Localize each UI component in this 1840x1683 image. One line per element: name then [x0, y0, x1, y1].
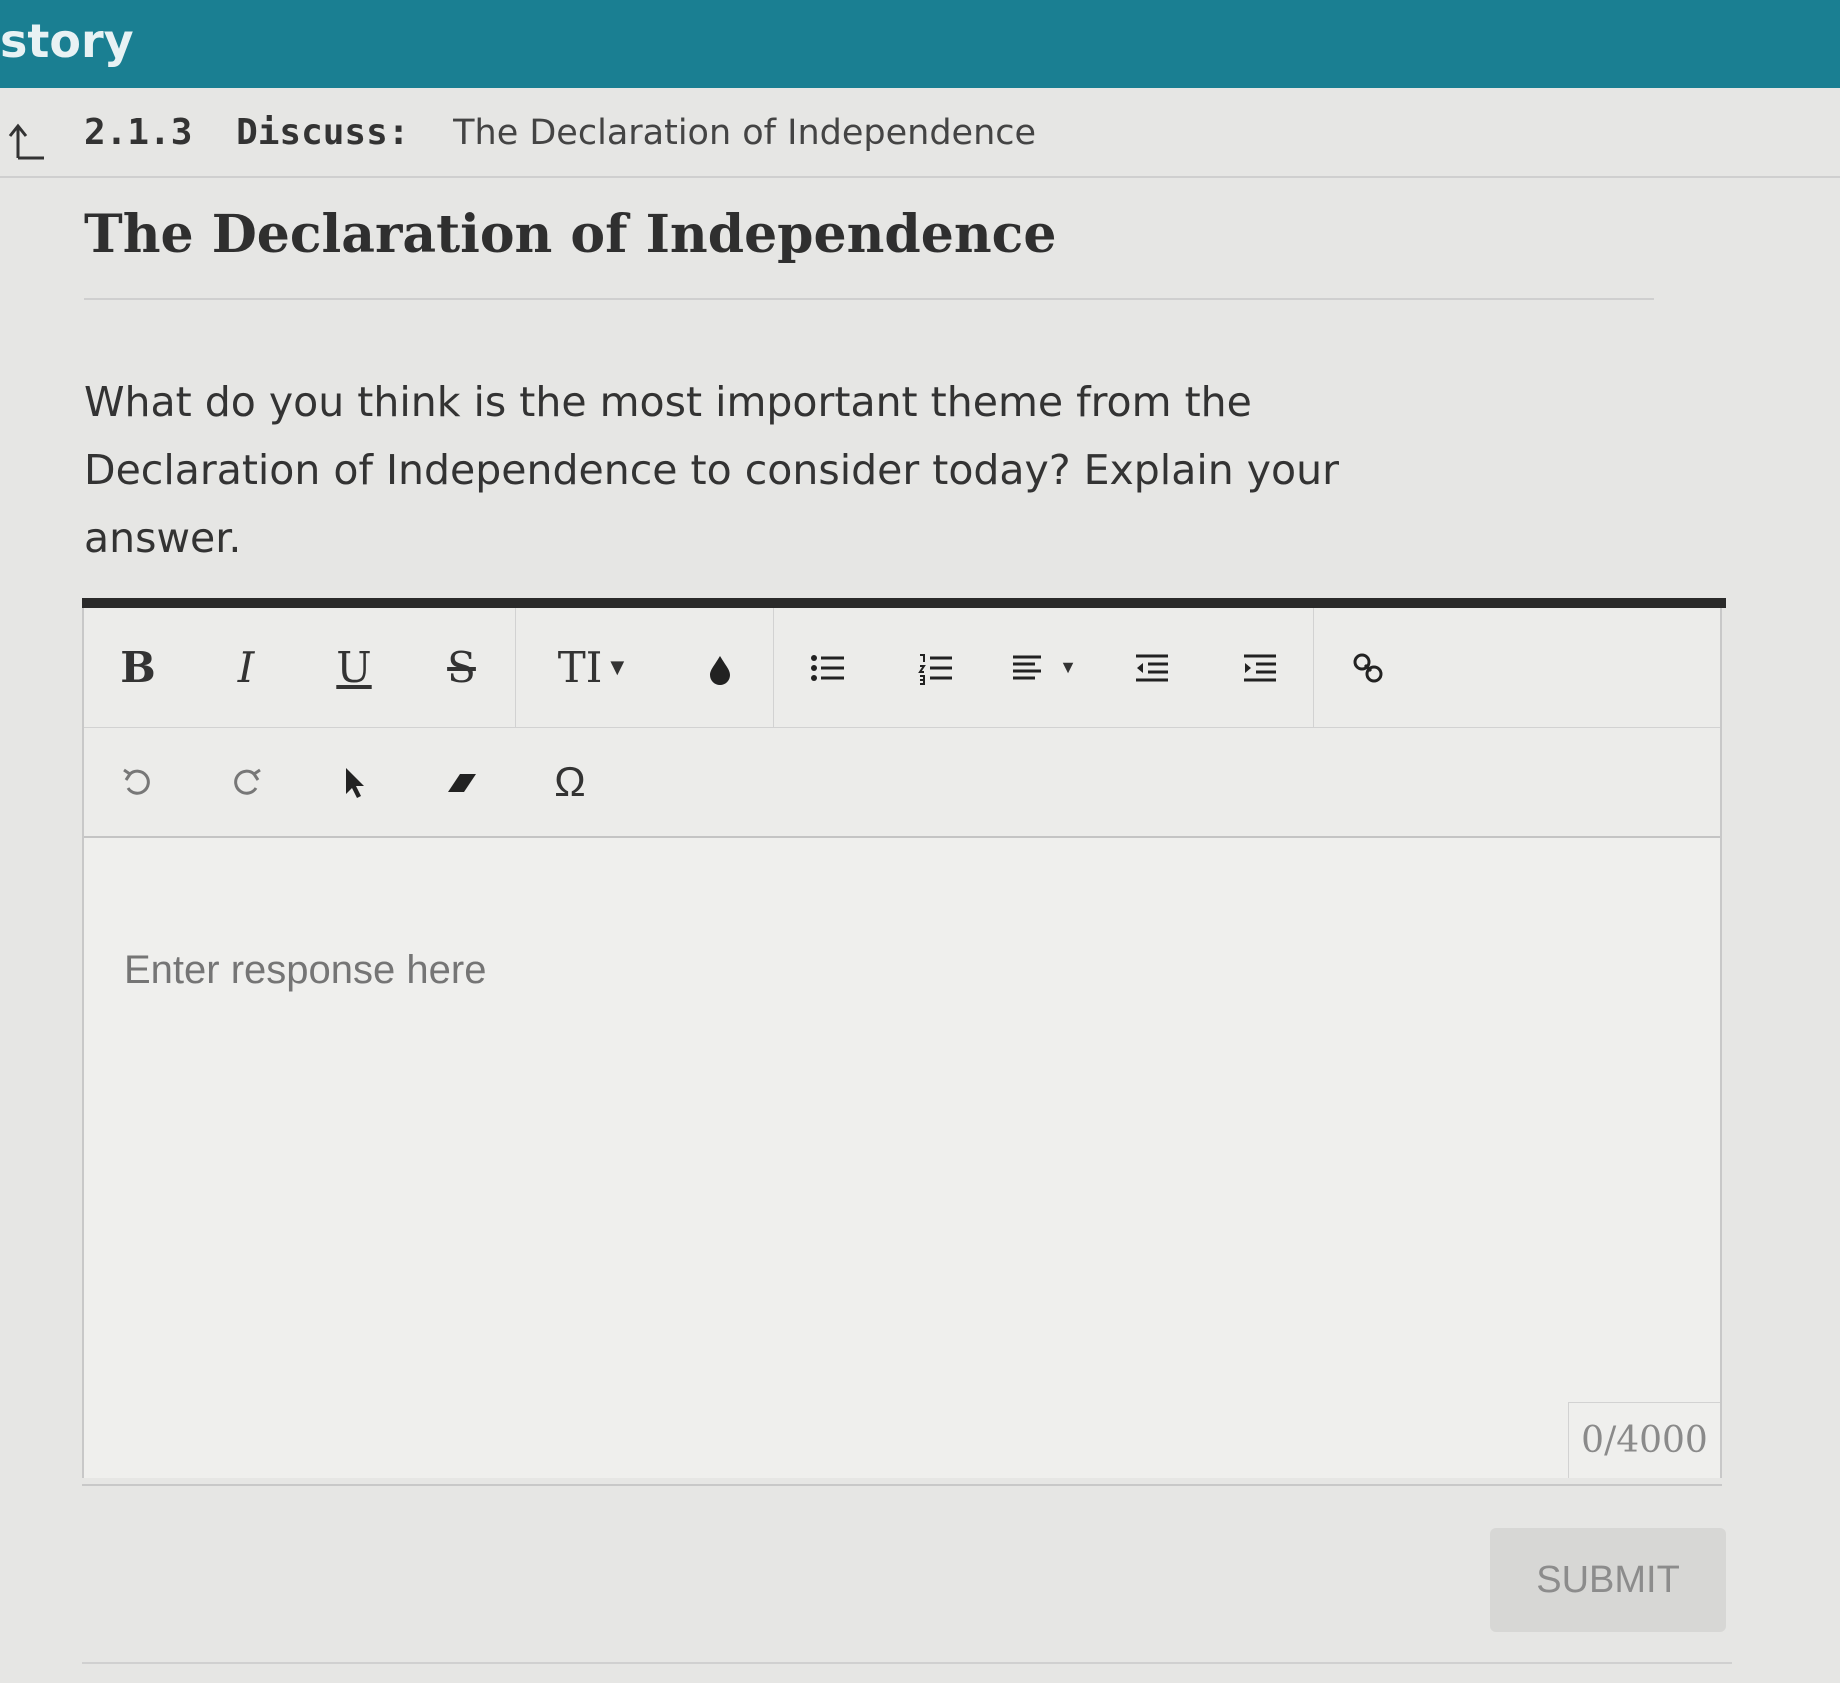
editor-toolbar-row-2: Ω	[84, 728, 1720, 838]
rich-text-editor: B I U S TI ▼ ▼ Ω Enter response here 0/4…	[82, 598, 1726, 1478]
indent-icon[interactable]	[1206, 608, 1314, 727]
editor-body[interactable]: 0/4000	[84, 838, 1720, 1478]
breadcrumb-text: 2.1.3 Discuss: The Declaration of Indepe…	[84, 112, 1036, 153]
submit-button[interactable]: SUBMIT	[1490, 1528, 1726, 1632]
discussion-prompt: What do you think is the most important …	[84, 378, 1339, 562]
footer-divider	[82, 1662, 1732, 1664]
redo-icon[interactable]	[192, 728, 300, 836]
character-counter: 0/4000	[1568, 1402, 1720, 1478]
text-color-icon[interactable]	[666, 608, 774, 727]
special-character-icon[interactable]: Ω	[516, 728, 624, 836]
underline-icon[interactable]: U	[300, 608, 408, 727]
eraser-icon[interactable]	[408, 728, 516, 836]
select-icon[interactable]	[300, 728, 408, 836]
title-divider	[84, 298, 1654, 300]
bulleted-list-icon[interactable]	[774, 608, 882, 727]
back-up-arrow-icon[interactable]	[2, 118, 48, 164]
link-icon[interactable]	[1314, 608, 1422, 727]
app-header: story	[0, 0, 1840, 88]
italic-icon[interactable]: I	[192, 608, 300, 727]
font-size-icon[interactable]: TI ▼	[516, 608, 666, 727]
breadcrumb: 2.1.3 Discuss: The Declaration of Indepe…	[0, 88, 1840, 178]
lesson-name: The Declaration of Independence	[453, 113, 1037, 153]
editor-top-border	[82, 598, 1726, 608]
outdent-icon[interactable]	[1098, 608, 1206, 727]
page-title: The Declaration of Independence	[84, 204, 1057, 265]
bold-icon[interactable]: B	[84, 608, 192, 727]
editor-toolbar-row-1: B I U S TI ▼ ▼	[84, 608, 1720, 728]
undo-icon[interactable]	[84, 728, 192, 836]
numbered-list-icon[interactable]	[882, 608, 990, 727]
response-input[interactable]	[124, 948, 1524, 993]
editor-bottom-divider	[82, 1484, 1722, 1486]
align-icon[interactable]: ▼	[990, 608, 1098, 727]
lesson-kind: Discuss:	[236, 112, 410, 153]
strikethrough-icon[interactable]: S	[408, 608, 516, 727]
lesson-number: 2.1.3	[84, 112, 193, 153]
app-title: story	[0, 14, 134, 68]
